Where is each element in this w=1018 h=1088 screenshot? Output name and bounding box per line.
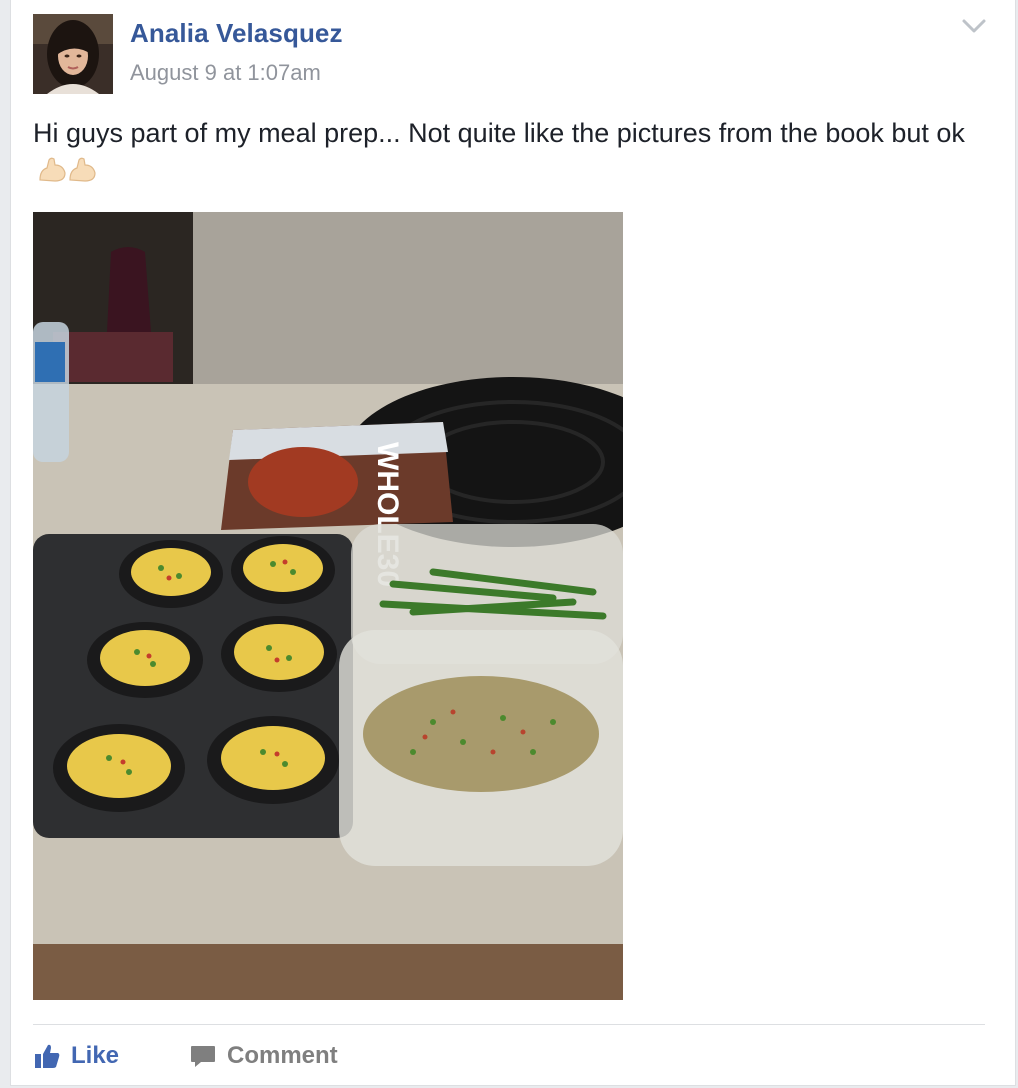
action-divider <box>33 1024 985 1025</box>
comment-label: Comment <box>227 1042 338 1069</box>
emoji-group <box>37 156 97 194</box>
post-text-content: Hi guys part of my meal prep... Not quit… <box>33 118 965 148</box>
flexed-biceps-icon <box>39 157 96 182</box>
post-timestamp-link[interactable]: August 9 at 1:07am <box>130 60 321 86</box>
speech-bubble-icon <box>191 1046 215 1067</box>
comment-button[interactable]: Comment <box>189 1040 338 1072</box>
like-button[interactable]: Like <box>33 1040 119 1072</box>
post-card: Analia Velasquez August 9 at 1:07am Hi g… <box>10 0 1016 1086</box>
post-text: Hi guys part of my meal prep... Not quit… <box>33 114 983 194</box>
like-label: Like <box>71 1042 120 1069</box>
meal-prep-photo: WHOLE30 <box>33 212 623 1000</box>
chevron-down-icon[interactable] <box>961 16 987 36</box>
avatar-photo <box>33 14 113 94</box>
thumbs-up-icon <box>35 1044 60 1068</box>
author-name-link[interactable]: Analia Velasquez <box>130 18 343 49</box>
post-photo[interactable]: WHOLE30 <box>33 212 623 1000</box>
avatar[interactable] <box>33 14 113 94</box>
